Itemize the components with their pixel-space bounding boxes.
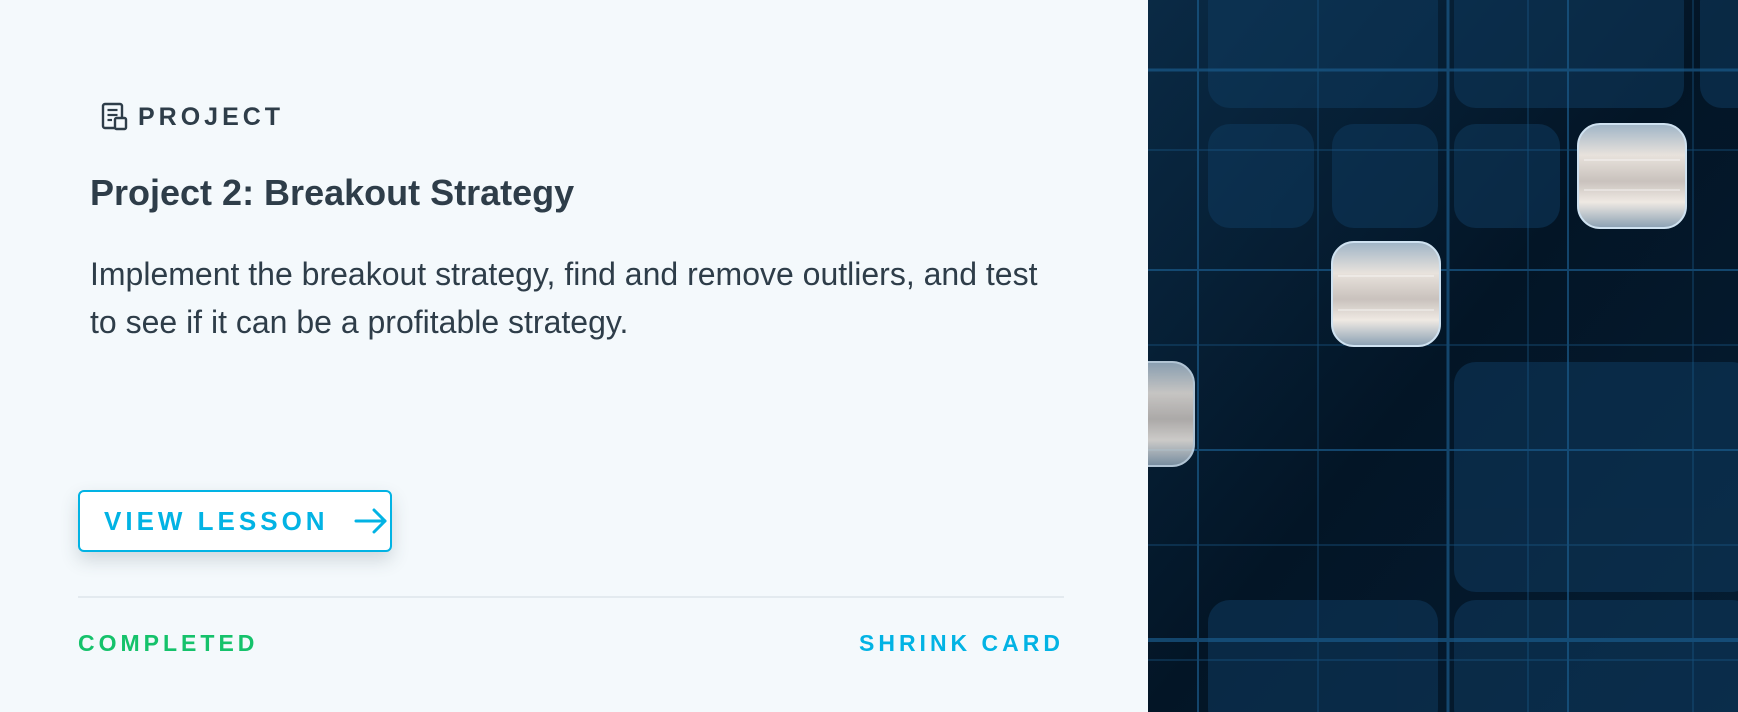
shrink-card-button[interactable]: SHRINK CARD — [859, 630, 1064, 657]
status-badge: COMPLETED — [78, 630, 259, 656]
arrow-right-icon — [353, 507, 389, 535]
lesson-description: Implement the breakout strategy, find an… — [90, 256, 1038, 340]
view-lesson-label: VIEW LESSON — [104, 505, 329, 536]
lesson-card: PROJECT Project 2: Breakout Strategy Imp… — [0, 0, 1738, 712]
card-divider — [78, 596, 1064, 598]
view-lesson-button[interactable]: VIEW LESSON — [78, 490, 392, 552]
lesson-type-label: PROJECT — [138, 102, 285, 131]
project-document-icon — [100, 102, 130, 132]
card-content: PROJECT Project 2: Breakout Strategy Imp… — [0, 0, 1148, 712]
lesson-cover-image — [1148, 0, 1738, 712]
lesson-title: Project 2: Breakout Strategy — [90, 172, 575, 213]
lesson-type: PROJECT — [100, 102, 284, 132]
